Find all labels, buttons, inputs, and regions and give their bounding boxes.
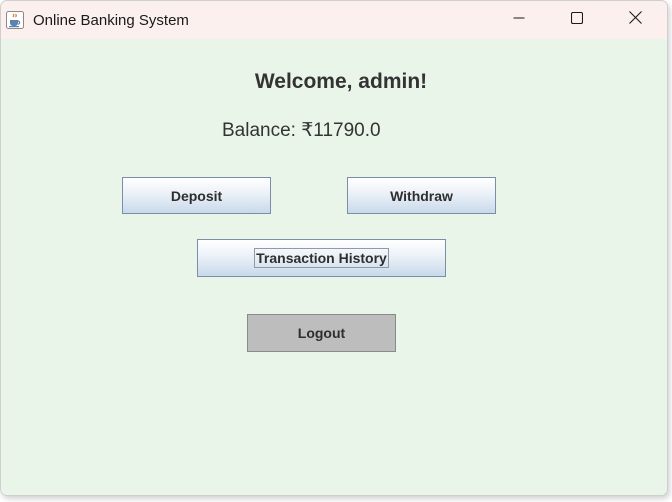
java-coffee-cup-icon	[6, 11, 24, 29]
window-title: Online Banking System	[33, 12, 189, 29]
transaction-history-button[interactable]: Transaction History	[197, 239, 446, 277]
maximize-icon	[570, 11, 584, 29]
transaction-history-button-label: Transaction History	[254, 248, 389, 268]
logout-button-label: Logout	[297, 325, 346, 341]
withdraw-button[interactable]: Withdraw	[347, 177, 496, 214]
app-window: Online Banking System Welcome, admin! Ba…	[0, 0, 668, 496]
close-button[interactable]	[606, 1, 664, 39]
title-bar[interactable]: Online Banking System	[1, 1, 667, 39]
dashboard-panel: Welcome, admin! Balance: ₹11790.0 Deposi…	[1, 39, 667, 495]
close-icon	[628, 11, 642, 29]
logout-button[interactable]: Logout	[247, 314, 396, 352]
welcome-heading: Welcome, admin!	[254, 70, 428, 93]
deposit-button[interactable]: Deposit	[122, 177, 271, 214]
maximize-button[interactable]	[548, 1, 606, 39]
minimize-icon	[513, 11, 525, 29]
balance-label: Balance: ₹11790.0	[222, 120, 381, 141]
withdraw-button-label: Withdraw	[390, 187, 453, 204]
deposit-button-label: Deposit	[170, 187, 223, 204]
minimize-button[interactable]	[490, 1, 548, 39]
